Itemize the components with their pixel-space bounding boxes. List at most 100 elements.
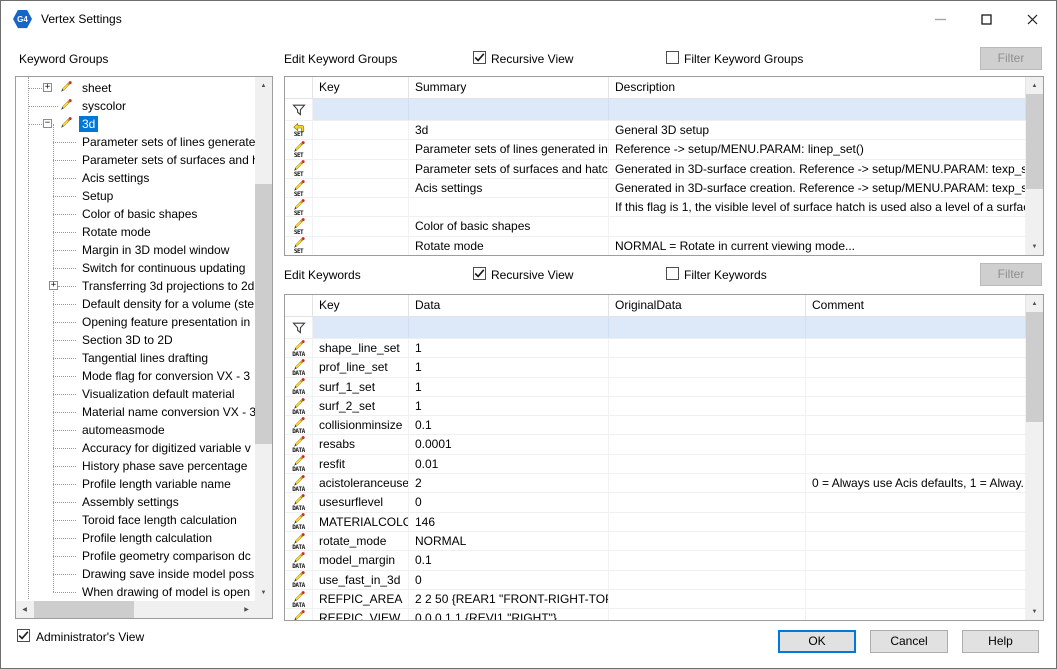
table-row[interactable]: DATAshape_line_set1 [285, 339, 1026, 358]
table-row[interactable]: DATAmodel_margin0.1 [285, 551, 1026, 570]
filter-row[interactable] [285, 317, 1026, 339]
table-row[interactable]: DATAacistoleranceused20 = Always use Aci… [285, 474, 1026, 493]
tree-item[interactable]: Opening feature presentation in [16, 313, 255, 331]
table-row[interactable]: SET3dGeneral 3D setup [285, 121, 1026, 140]
tree-item[interactable]: syscolor [16, 97, 255, 115]
tree-horizontal-scrollbar[interactable]: ◀ ▶ [16, 601, 255, 618]
expand-plus-icon[interactable]: + [43, 83, 52, 92]
tree-item[interactable]: History phase save percentage [16, 457, 255, 475]
filter-keyword-groups-checkbox[interactable] [666, 51, 679, 64]
help-button[interactable]: Help [962, 630, 1039, 653]
table-row[interactable]: DATAcollisionminsize0.1 [285, 416, 1026, 435]
tree-item[interactable]: Acis settings [16, 169, 255, 187]
scroll-left-icon[interactable]: ◀ [16, 601, 33, 618]
tree-item[interactable]: Profile length calculation [16, 529, 255, 547]
groups-vertical-scrollbar[interactable]: ▲ ▼ [1026, 77, 1043, 255]
tree-item[interactable]: Toroid face length calculation [16, 511, 255, 529]
tree-item[interactable]: Profile length variable name [16, 475, 255, 493]
collapse-minus-icon[interactable]: − [43, 119, 52, 128]
column-header-comment[interactable]: Comment [806, 295, 1026, 316]
table-row[interactable]: DATAREFPIC_VIEW0 0 0 1 1 {REVI1 "RIGHT"} [285, 609, 1026, 620]
recursive-view-keywords-checkbox[interactable] [473, 267, 486, 280]
ok-button[interactable]: OK [778, 630, 856, 653]
table-row[interactable]: DATAsurf_1_set1 [285, 378, 1026, 397]
maximize-button[interactable] [963, 2, 1009, 36]
scroll-up-icon[interactable]: ▲ [1026, 77, 1043, 94]
column-header-data[interactable]: Data [409, 295, 609, 316]
table-row[interactable]: DATAresfit0.01 [285, 455, 1026, 474]
tree-item[interactable]: Color of basic shapes [16, 205, 255, 223]
tree-item[interactable]: automeasmode [16, 421, 255, 439]
tree-item[interactable]: When drawing of model is open [16, 583, 255, 601]
table-row[interactable]: SETRotate modeNORMAL = Rotate in current… [285, 237, 1026, 255]
scroll-up-icon[interactable]: ▲ [255, 77, 272, 94]
close-button[interactable] [1009, 2, 1055, 36]
filter-keywords-checkbox[interactable] [666, 267, 679, 280]
table-row[interactable]: SETAcis settingsGenerated in 3D-surface … [285, 179, 1026, 198]
filter-input-cell[interactable] [806, 317, 1026, 338]
table-row[interactable]: DATAprof_line_set1 [285, 358, 1026, 377]
column-header-key[interactable]: Key [313, 77, 409, 98]
column-header-key[interactable]: Key [313, 295, 409, 316]
scroll-down-icon[interactable]: ▼ [1026, 238, 1043, 255]
table-row[interactable]: DATAREFPIC_AREA2 2 50 {REAR1 "FRONT-RIGH… [285, 590, 1026, 609]
tree-item[interactable]: Material name conversion VX - 3 [16, 403, 255, 421]
tree-vertical-scrollbar[interactable]: ▲ ▼ [255, 77, 272, 601]
tree-item[interactable]: Margin in 3D model window [16, 241, 255, 259]
tree-item[interactable]: Profile geometry comparison dc [16, 547, 255, 565]
table-row[interactable]: SETColor of basic shapes [285, 217, 1026, 236]
minimize-button[interactable] [917, 2, 963, 36]
table-header: KeySummaryDescription [285, 77, 1026, 99]
filter-input-cell[interactable] [409, 99, 609, 120]
titlebar[interactable]: G4 Vertex Settings [1, 1, 1056, 37]
column-header-originaldata[interactable]: OriginalData [609, 295, 806, 316]
tree-item[interactable]: Mode flag for conversion VX - 3 [16, 367, 255, 385]
scroll-up-icon[interactable]: ▲ [1026, 295, 1043, 312]
scrollbar-thumb[interactable] [34, 601, 134, 618]
filter-input-cell[interactable] [409, 317, 609, 338]
column-header-summary[interactable]: Summary [409, 77, 609, 98]
tree-item[interactable]: +Transferring 3d projections to 2d [16, 277, 255, 295]
table-row[interactable]: DATAresabs0.0001 [285, 435, 1026, 454]
table-row[interactable]: DATAMATERIALCOLOR146 [285, 513, 1026, 532]
table-row[interactable]: DATAsurf_2_set1 [285, 397, 1026, 416]
tree-item[interactable]: Parameter sets of surfaces and h [16, 151, 255, 169]
expand-plus-icon[interactable]: + [49, 281, 58, 290]
tree-item[interactable]: −3d [16, 115, 255, 133]
scrollbar-thumb[interactable] [1026, 312, 1043, 422]
scroll-down-icon[interactable]: ▼ [255, 584, 272, 601]
filter-input-cell[interactable] [313, 99, 409, 120]
scroll-down-icon[interactable]: ▼ [1026, 603, 1043, 620]
column-header-description[interactable]: Description [609, 77, 1026, 98]
keywords-vertical-scrollbar[interactable]: ▲ ▼ [1026, 295, 1043, 620]
tree-item[interactable]: Accuracy for digitized variable v [16, 439, 255, 457]
scrollbar-thumb[interactable] [255, 184, 272, 444]
administrators-view-checkbox[interactable] [17, 629, 30, 642]
table-row[interactable]: DATAuse_fast_in_3d0 [285, 571, 1026, 590]
filter-row[interactable] [285, 99, 1026, 121]
tree-item[interactable]: Default density for a volume (ste [16, 295, 255, 313]
tree-item[interactable]: +sheet [16, 79, 255, 97]
tree-item[interactable]: Visualization default material [16, 385, 255, 403]
scroll-right-icon[interactable]: ▶ [238, 601, 255, 618]
tree-item[interactable]: Tangential lines drafting [16, 349, 255, 367]
table-row[interactable]: SETParameter sets of lines generated in … [285, 140, 1026, 159]
set-pencil-icon: SET [285, 237, 313, 255]
recursive-view-groups-checkbox[interactable] [473, 51, 486, 64]
cancel-button[interactable]: Cancel [870, 630, 948, 653]
tree-item[interactable]: Switch for continuous updating [16, 259, 255, 277]
tree-item[interactable]: Assembly settings [16, 493, 255, 511]
tree-item[interactable]: Setup [16, 187, 255, 205]
table-row[interactable]: DATArotate_modeNORMAL [285, 532, 1026, 551]
tree-item[interactable]: Drawing save inside model poss [16, 565, 255, 583]
tree-item[interactable]: Section 3D to 2D [16, 331, 255, 349]
tree-item[interactable]: Parameter sets of lines generate [16, 133, 255, 151]
table-row[interactable]: SETParameter sets of surfaces and hatche… [285, 160, 1026, 179]
scrollbar-thumb[interactable] [1026, 94, 1043, 189]
table-row[interactable]: DATAusesurflevel0 [285, 493, 1026, 512]
table-row[interactable]: SETIf this flag is 1, the visible level … [285, 198, 1026, 217]
filter-input-cell[interactable] [313, 317, 409, 338]
tree-item[interactable]: Rotate mode [16, 223, 255, 241]
filter-input-cell[interactable] [609, 99, 1026, 120]
filter-input-cell[interactable] [609, 317, 806, 338]
